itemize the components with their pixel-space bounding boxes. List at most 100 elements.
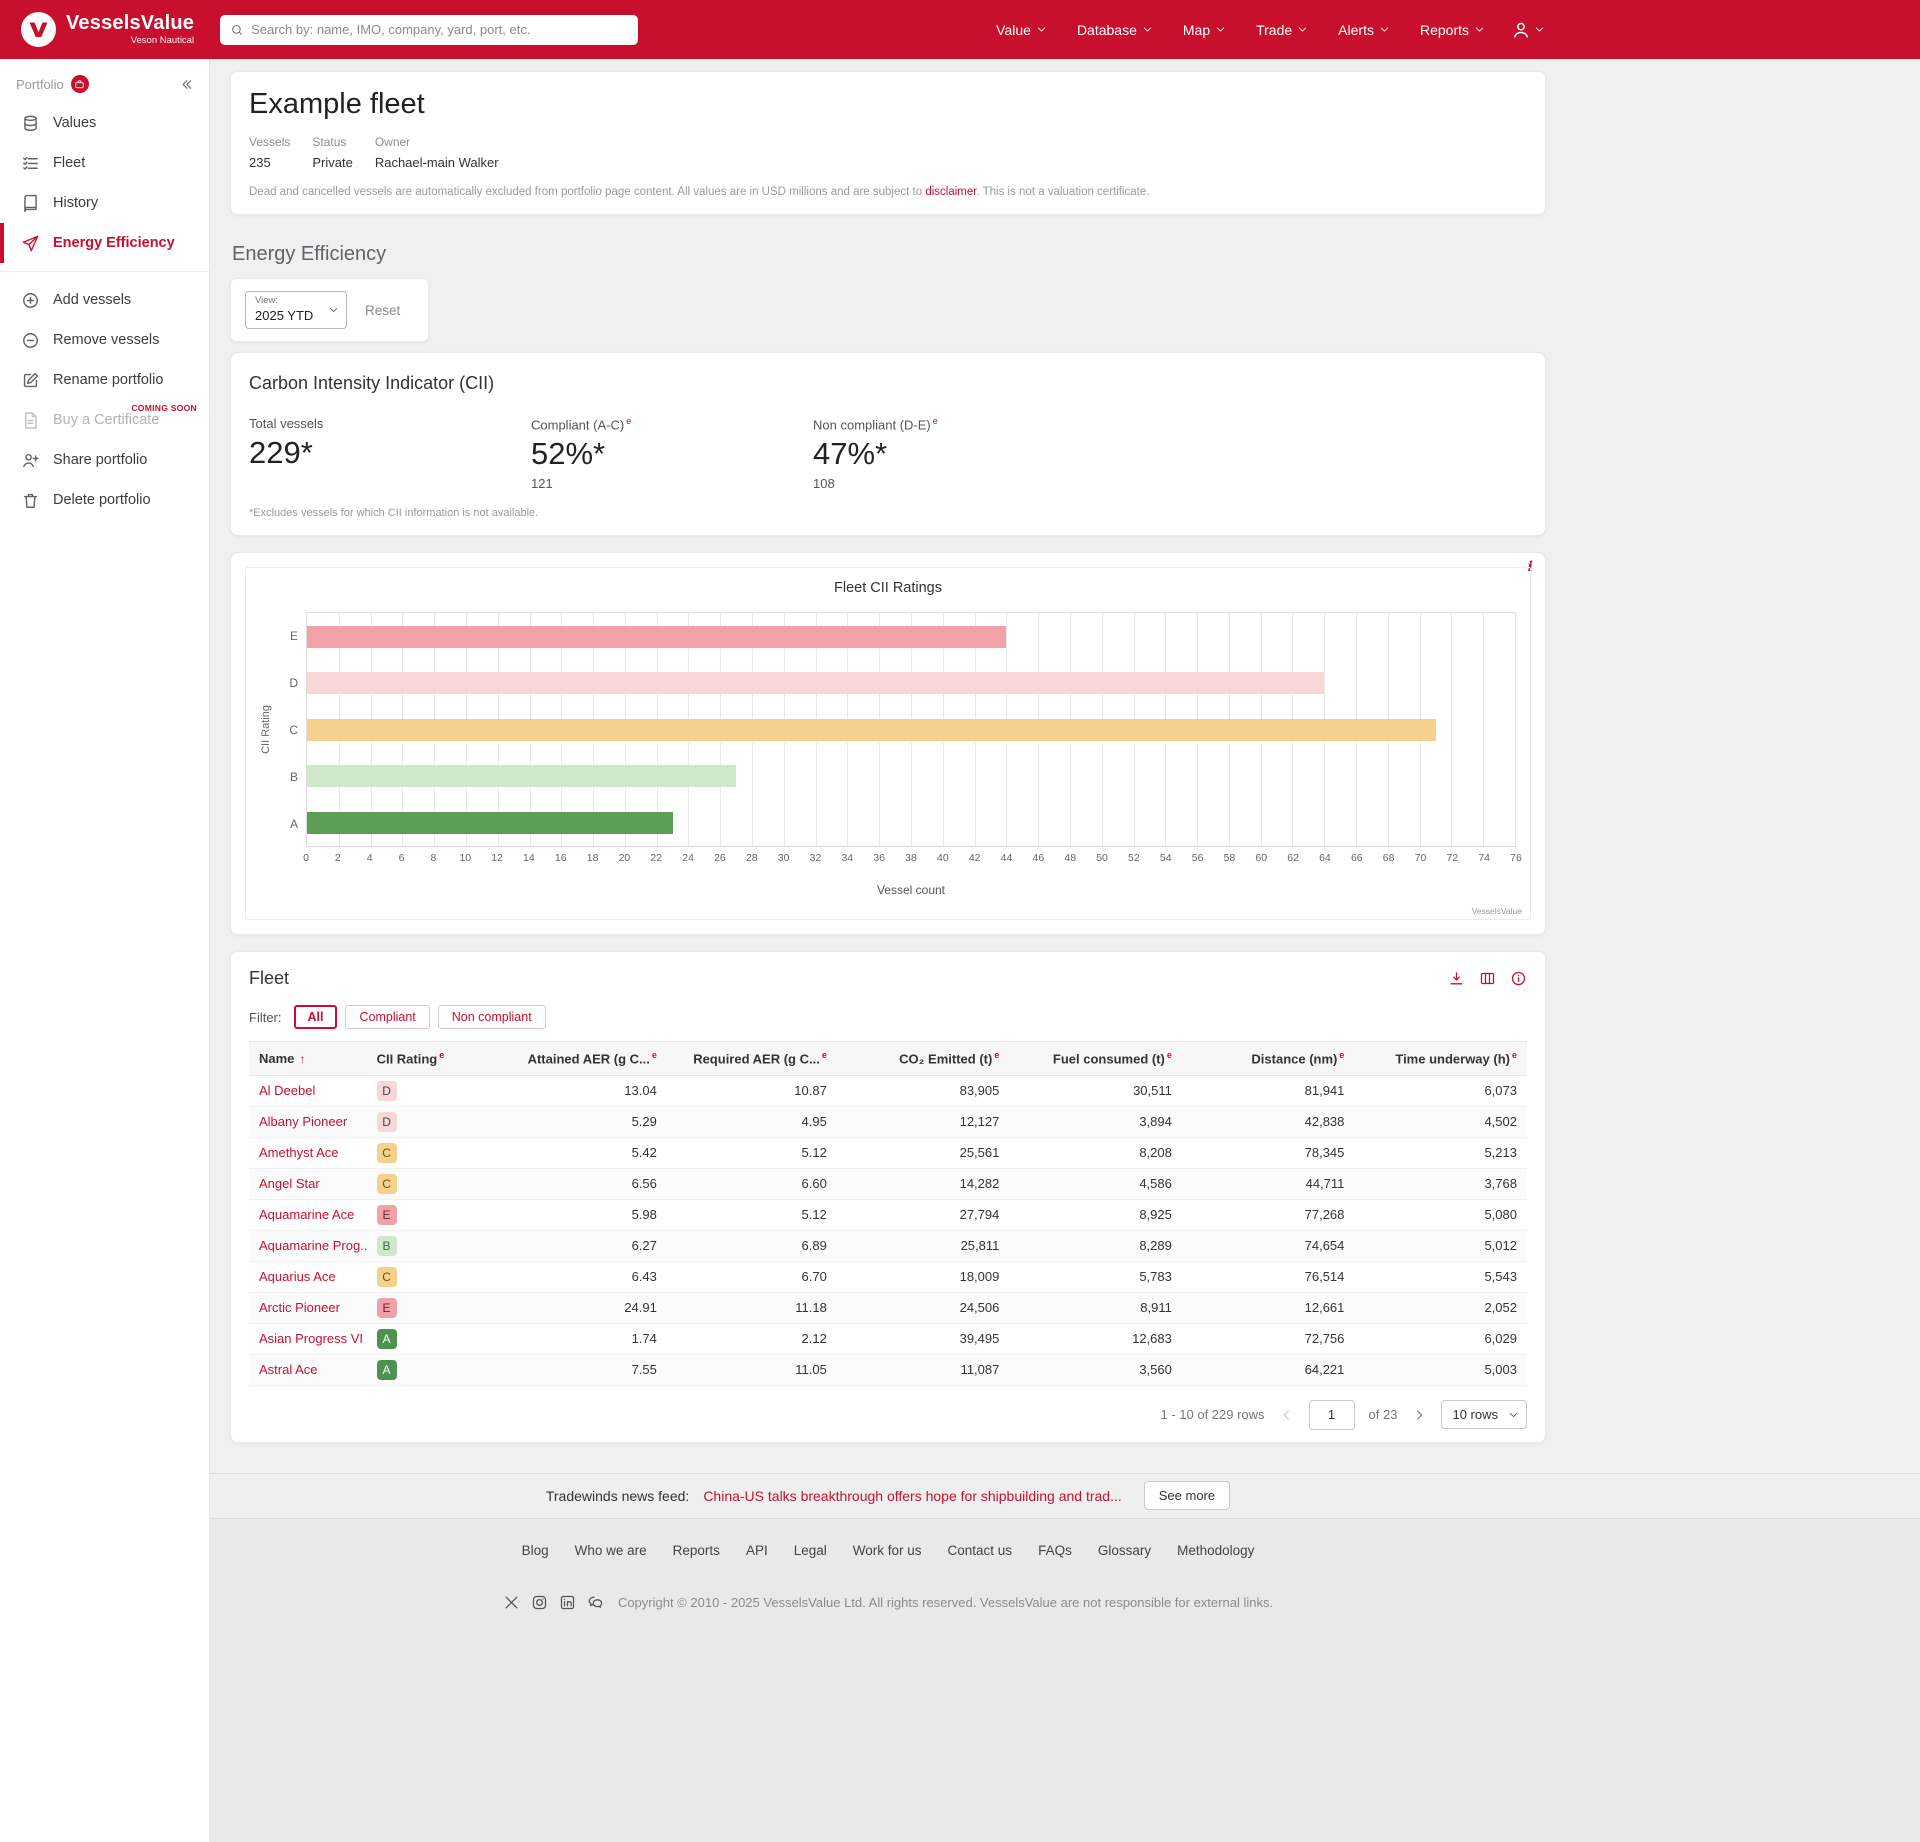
fleet-title: Fleet (249, 968, 289, 989)
sidebar-item-label: Fleet (53, 155, 85, 171)
chevron-down-icon (1474, 24, 1485, 35)
cii-bar-a[interactable] (307, 812, 673, 834)
column-header-fuel-consumed-t[interactable]: Fuel consumed (t)e (1009, 1042, 1182, 1075)
sidebar-item-add-vessels[interactable]: Add vessels (0, 280, 209, 320)
footer-link-contact-us[interactable]: Contact us (948, 1543, 1013, 1558)
sidebar-title: Portfolio (16, 77, 64, 92)
portfolio-badge-icon (71, 75, 89, 93)
filter-non-compliant[interactable]: Non compliant (438, 1005, 546, 1029)
chart-watermark: VesselsValue (1472, 906, 1522, 916)
column-header-required-aer-g-c[interactable]: Required AER (g C...e (667, 1042, 837, 1075)
footer-link-blog[interactable]: Blog (522, 1543, 549, 1558)
nav-value[interactable]: Value (996, 22, 1047, 38)
brand-logo[interactable]: VesselsValue Veson Nautical (20, 11, 194, 48)
nav-alerts[interactable]: Alerts (1338, 22, 1390, 38)
sidebar-collapse-button[interactable] (180, 77, 195, 92)
cell-value: 6.89 (667, 1230, 837, 1261)
vessel-link[interactable]: Aquarius Ace (259, 1269, 336, 1284)
column-header-cii-rating[interactable]: CII Ratinge (367, 1042, 495, 1075)
footer-link-glossary[interactable]: Glossary (1098, 1543, 1151, 1558)
filter-compliant[interactable]: Compliant (345, 1005, 429, 1029)
x-icon[interactable] (503, 1594, 520, 1611)
vessel-link[interactable]: Albany Pioneer (259, 1114, 347, 1129)
vessel-link[interactable]: Asian Progress VI (259, 1331, 363, 1346)
x-tick-label: 42 (969, 852, 981, 864)
filter-all[interactable]: All (294, 1005, 338, 1029)
fleet-filter-row: Filter: All Compliant Non compliant (249, 1005, 1527, 1029)
sidebar-item-energy-efficiency[interactable]: Energy Efficiency (0, 223, 209, 263)
vessel-link[interactable]: Angel Star (259, 1176, 320, 1191)
sidebar-item-rename-portfolio[interactable]: Rename portfolio (0, 360, 209, 400)
view-select[interactable]: View: 2025 YTD (245, 291, 347, 329)
copyright-text: Copyright © 2010 - 2025 VesselsValue Ltd… (618, 1595, 1273, 1610)
sidebar-item-share-portfolio[interactable]: Share portfolio (0, 440, 209, 480)
chevron-down-icon (1297, 24, 1308, 35)
body-row: Portfolio Values Fleet HistoryEnergy Effic… (0, 59, 1920, 1842)
footer-link-methodology[interactable]: Methodology (1177, 1543, 1254, 1558)
next-page-button[interactable] (1411, 1407, 1427, 1423)
see-more-button[interactable]: See more (1144, 1481, 1230, 1510)
vessel-link[interactable]: Amethyst Ace (259, 1145, 338, 1160)
nav-trade[interactable]: Trade (1256, 22, 1308, 38)
sidebar-item-history[interactable]: History (0, 183, 209, 223)
column-header-name[interactable]: Name↑ (249, 1042, 367, 1075)
search-input[interactable] (251, 22, 628, 37)
global-search[interactable] (220, 15, 638, 45)
column-header-attained-aer-g-c[interactable]: Attained AER (g C...e (494, 1042, 667, 1075)
columns-icon[interactable] (1479, 970, 1496, 987)
news-feed-label: Tradewinds news feed: (546, 1488, 689, 1504)
filter-label: Filter: (249, 1010, 282, 1025)
column-header-co-emitted-t[interactable]: CO₂ Emitted (t)e (837, 1042, 1010, 1075)
vessel-link[interactable]: Arctic Pioneer (259, 1300, 340, 1315)
disclaimer-link[interactable]: disclaimer (925, 186, 976, 198)
user-menu[interactable] (1511, 20, 1545, 40)
page-size-select[interactable]: 10 rows (1441, 1400, 1527, 1429)
cell-name: Arctic Pioneer (249, 1292, 367, 1323)
page-input[interactable] (1309, 1400, 1355, 1430)
cii-bar-c[interactable] (307, 719, 1436, 741)
cell-value: 3,560 (1009, 1354, 1182, 1385)
cell-value: 6,029 (1354, 1323, 1527, 1354)
cell-value: 5,543 (1354, 1261, 1527, 1292)
footer-link-reports[interactable]: Reports (673, 1543, 720, 1558)
nav-map[interactable]: Map (1183, 22, 1226, 38)
vessel-link[interactable]: Aquamarine Ace (259, 1207, 354, 1222)
cell-value: 5.42 (494, 1137, 667, 1168)
sidebar-item-values[interactable]: Values (0, 103, 209, 143)
linkedin-icon[interactable] (559, 1594, 576, 1611)
nav-database[interactable]: Database (1077, 22, 1153, 38)
download-icon[interactable] (1448, 970, 1465, 987)
sidebar-item-remove-vessels[interactable]: Remove vessels (0, 320, 209, 360)
chevron-down-icon (1215, 24, 1226, 35)
cell-value: 18,009 (837, 1261, 1010, 1292)
footer-link-work-for-us[interactable]: Work for us (853, 1543, 922, 1558)
wechat-icon[interactable] (587, 1594, 604, 1611)
cell-value: 72,756 (1182, 1323, 1355, 1354)
footer-link-api[interactable]: API (746, 1543, 768, 1558)
news-bar: Tradewinds news feed: China-US talks bre… (210, 1473, 1920, 1519)
vessel-link[interactable]: Al Deebel (259, 1083, 315, 1098)
cii-bar-b[interactable] (307, 765, 736, 787)
cell-value: 4,502 (1354, 1106, 1527, 1137)
footer-link-faqs[interactable]: FAQs (1038, 1543, 1072, 1558)
footer-link-who-we-are[interactable]: Who we are (575, 1543, 647, 1558)
vessel-link[interactable]: Aquamarine Prog... (259, 1238, 367, 1253)
sidebar-item-buy-a-certificate[interactable]: Buy a CertificateCOMING SOON (0, 400, 209, 440)
instagram-icon[interactable] (531, 1594, 548, 1611)
info-icon[interactable] (1510, 970, 1527, 987)
cell-value: 13.04 (494, 1075, 667, 1106)
sidebar-item-delete-portfolio[interactable]: Delete portfolio (0, 480, 209, 520)
reset-button[interactable]: Reset (365, 303, 400, 318)
vessel-link[interactable]: Astral Ace (259, 1362, 318, 1377)
column-header-distance-nm[interactable]: Distance (nm)e (1182, 1042, 1355, 1075)
prev-page-button[interactable] (1279, 1407, 1295, 1423)
footer-link-legal[interactable]: Legal (794, 1543, 827, 1558)
y-tick-label: E (276, 612, 306, 659)
news-headline-link[interactable]: China-US talks breakthrough offers hope … (703, 1488, 1121, 1504)
cii-bar-d[interactable] (307, 672, 1324, 694)
sidebar-item-fleet[interactable]: Fleet (0, 143, 209, 183)
column-header-time-underway-h[interactable]: Time underway (h)e (1354, 1042, 1527, 1075)
nav-reports[interactable]: Reports (1420, 22, 1485, 38)
cii-bar-e[interactable] (307, 626, 1006, 648)
x-tick-label: 64 (1319, 852, 1331, 864)
